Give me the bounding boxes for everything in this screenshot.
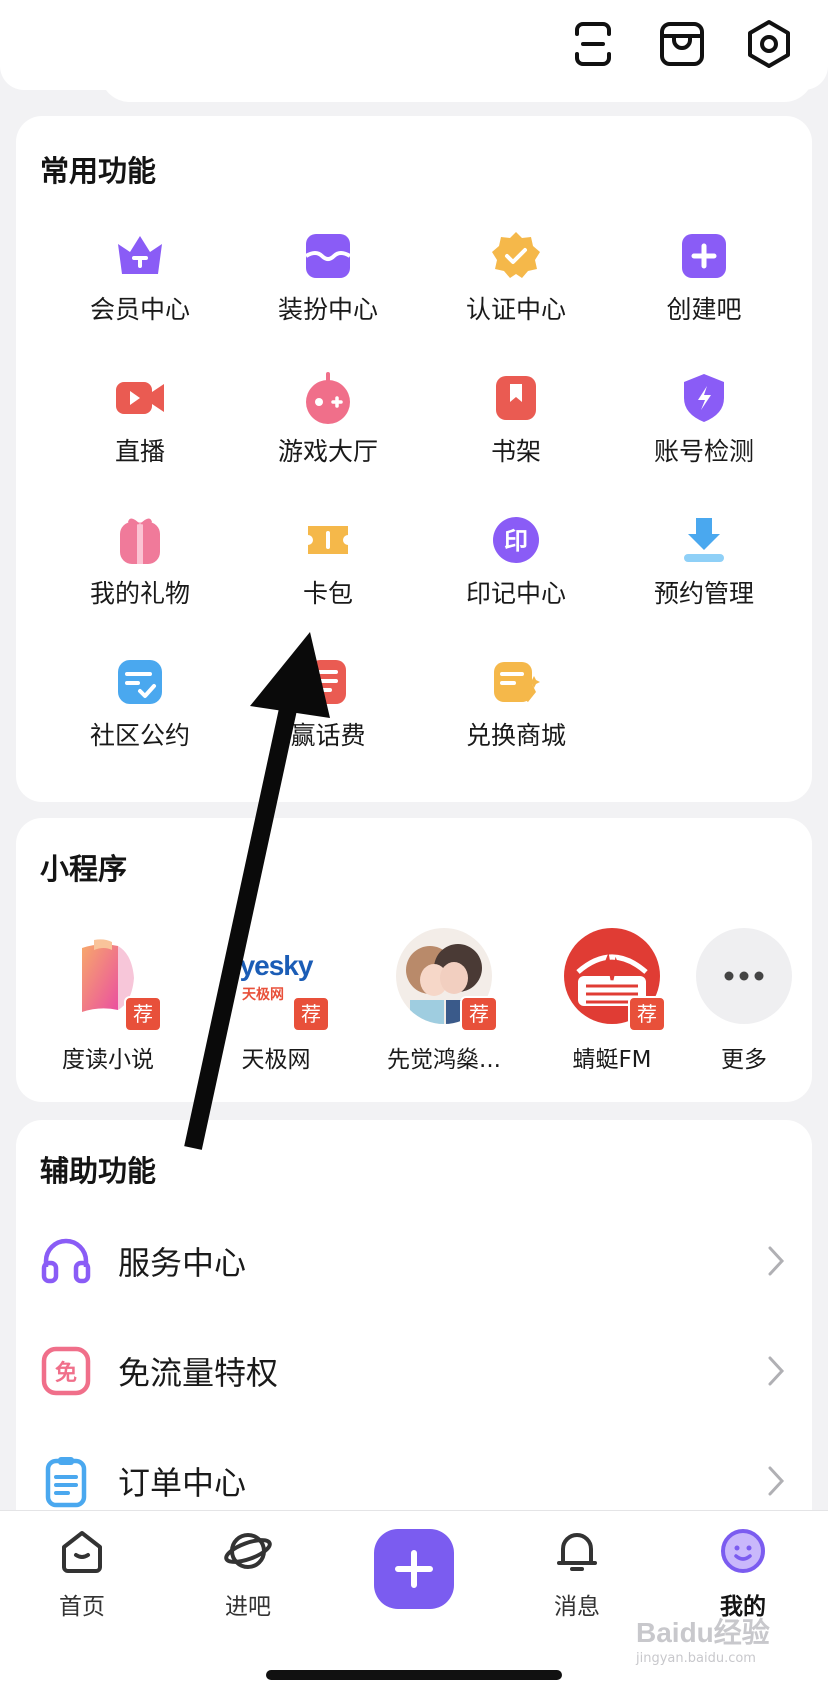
grid-label: 卡包 [302, 579, 353, 608]
store-icon[interactable] [656, 18, 708, 70]
mini-programs-card: 小程序 荐 度读小说 yesky 天极网 荐 天极网 荐 先觉鸿燊... 荐 蜻… [16, 818, 812, 1102]
grid-label: 创建吧 [666, 295, 742, 324]
grid-label: 印记中心 [465, 579, 566, 608]
mini-program-label: 先觉鸿燊... [387, 1047, 501, 1073]
grid-label: 会员中心 [89, 295, 190, 324]
more-dots-icon [696, 928, 792, 1024]
gift-icon [120, 518, 160, 564]
row-service-center[interactable]: 服务中心 [16, 1206, 812, 1316]
common-functions-card: 常用功能 会员中心 装扮中心 认证中心 创建吧 直播 游戏大厅 书架 账号检测 … [16, 116, 812, 802]
grid-label: 账号检测 [653, 437, 754, 466]
grid-label: 游戏大厅 [277, 437, 378, 466]
wardrobe-icon [304, 234, 352, 278]
chevron-right-icon [768, 1356, 785, 1386]
plus-square-icon [682, 234, 726, 278]
clipboard-icon [45, 1457, 87, 1508]
chevron-right-icon [768, 1466, 785, 1496]
tab-home[interactable]: 首页 [27, 1527, 137, 1627]
grid-label: 装扮中心 [277, 295, 378, 324]
baidu-watermark: Baidu经验 jingyan.baidu.com [636, 1617, 770, 1666]
crown-icon [118, 236, 162, 274]
grid-label: 我的礼物 [89, 579, 190, 608]
bookmark-icon [496, 376, 536, 420]
phone-bill-icon [310, 660, 346, 704]
mini-program-duread[interactable]: 荐 度读小说 [38, 928, 178, 1078]
mini-program-label: 天极网 [241, 1047, 311, 1073]
gamepad-icon [306, 372, 350, 424]
scan-icon[interactable] [567, 18, 619, 70]
row-label: 服务中心 [118, 1244, 247, 1282]
grid-item-game-hall[interactable]: 游戏大厅 [234, 370, 422, 490]
row-label: 免流量特权 [118, 1354, 279, 1392]
recommend-badge: 荐 [124, 996, 162, 1032]
top-bar [0, 0, 828, 102]
tab-messages[interactable]: 消息 [522, 1527, 632, 1627]
recommend-badge: 荐 [460, 996, 498, 1032]
tab-label: 消息 [554, 1594, 600, 1620]
grid-label: 预约管理 [653, 579, 754, 608]
grid-item-my-gifts[interactable]: 我的礼物 [46, 512, 234, 632]
row-free-data[interactable]: 免 免流量特权 [16, 1316, 812, 1426]
svg-text:免: 免 [55, 1360, 77, 1386]
home-indicator [266, 1670, 562, 1680]
grid-item-member-center[interactable]: 会员中心 [46, 228, 234, 348]
exchange-store-icon [494, 662, 540, 702]
grid-label: 社区公约 [89, 721, 190, 750]
grid-item-account-check[interactable]: 账号检测 [610, 370, 798, 490]
bottom-tab-bar: 首页 进吧 消息 我的 Baidu经验 jingyan.baidu.com [0, 1510, 828, 1697]
shield-bolt-icon [684, 374, 724, 422]
grid-label: 兑换商城 [465, 721, 566, 750]
mini-program-xianjue[interactable]: 荐 先觉鸿燊... [374, 928, 514, 1078]
checklist-icon [118, 660, 162, 704]
mini-program-label: 度读小说 [62, 1047, 154, 1073]
grid-item-exchange-mall[interactable]: 兑换商城 [422, 654, 610, 774]
svg-text:印: 印 [504, 527, 528, 555]
section-title: 辅助功能 [40, 1154, 157, 1188]
section-title: 常用功能 [40, 154, 157, 188]
verified-badge-icon [492, 232, 540, 278]
grid-label: 书架 [490, 437, 541, 466]
mini-program-yesky[interactable]: yesky 天极网 荐 天极网 [206, 928, 346, 1078]
free-data-icon: 免 [41, 1346, 91, 1396]
smiley-profile-icon [721, 1529, 765, 1573]
settings-icon[interactable] [743, 18, 795, 70]
grid-item-win-phone-credit[interactable]: 赢话费 [234, 654, 422, 774]
create-post-button[interactable] [374, 1529, 454, 1609]
chevron-right-icon [768, 1246, 785, 1276]
home-icon [62, 1531, 102, 1573]
grid-label: 直播 [114, 437, 165, 466]
seal-icon: 印 [493, 517, 539, 563]
grid-item-seal-center[interactable]: 印 印记中心 [422, 512, 610, 632]
grid-item-live[interactable]: 直播 [46, 370, 234, 490]
grid-label: 认证中心 [465, 295, 566, 324]
grid-label: 赢话费 [290, 721, 366, 750]
mini-program-label: 更多 [721, 1047, 767, 1073]
grid-item-verify-center[interactable]: 认证中心 [422, 228, 610, 348]
grid-item-card-wallet[interactable]: 卡包 [234, 512, 422, 632]
row-label: 订单中心 [118, 1464, 247, 1502]
grid-item-bookshelf[interactable]: 书架 [422, 370, 610, 490]
tab-label: 进吧 [225, 1594, 271, 1620]
grid-item-community-rules[interactable]: 社区公约 [46, 654, 234, 774]
mini-program-qingting-fm[interactable]: 荐 蜻蜓FM [542, 928, 682, 1078]
mini-program-label: 蜻蜓FM [572, 1047, 652, 1073]
tab-enter-bar[interactable]: 进吧 [193, 1527, 303, 1627]
live-camera-icon [116, 382, 164, 414]
mini-program-more[interactable]: 更多 [696, 928, 812, 1078]
ticket-icon [308, 526, 348, 554]
planet-icon [224, 1533, 272, 1569]
grid-item-dress-center[interactable]: 装扮中心 [234, 228, 422, 348]
recommend-badge: 荐 [292, 996, 330, 1032]
grid-item-reservation[interactable]: 预约管理 [610, 512, 798, 632]
section-title: 小程序 [40, 852, 128, 886]
aux-functions-card: 辅助功能 服务中心 免 免流量特权 订单中心 [16, 1120, 812, 1540]
grid-item-create-bar[interactable]: 创建吧 [610, 228, 798, 348]
recommend-badge: 荐 [628, 996, 666, 1032]
plus-icon [395, 1550, 433, 1588]
tab-label: 首页 [59, 1594, 105, 1620]
headset-icon [41, 1238, 91, 1284]
download-tray-icon [684, 518, 724, 562]
bell-icon [557, 1533, 597, 1571]
